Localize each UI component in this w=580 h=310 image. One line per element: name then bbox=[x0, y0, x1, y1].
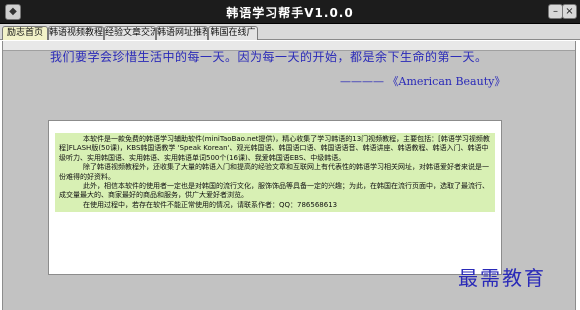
tab-bar: 励志首页 韩语视频教程 经验文章交流 韩语网址推荐 韩国在线广 bbox=[0, 24, 580, 40]
intro-paragraph: 在使用过程中，若存在软件不能正常使用的情况，请联系作者：QQ：786568613 bbox=[83, 200, 338, 209]
window-title: 韩语学习帮手V1.0.0 bbox=[226, 6, 354, 20]
intro-paragraph: 本软件是一款免费的韩语学习辅助软件(miniTaoBao.net提供)，精心收集… bbox=[59, 135, 490, 162]
tab-home[interactable]: 励志首页 bbox=[2, 26, 48, 40]
close-button[interactable]: × bbox=[562, 4, 577, 19]
minimize-button[interactable]: – bbox=[548, 4, 563, 19]
intro-paragraph: 此外，相信本软件的使用者一定也是对韩国的流行文化，服饰饰品等具备一定的兴趣；为此… bbox=[59, 182, 489, 200]
tab-korea-trends[interactable]: 韩国在线广 bbox=[208, 26, 258, 40]
tab-video-tutorials[interactable]: 韩语视频教程 bbox=[48, 26, 104, 40]
title-bar[interactable]: ◆ 韩语学习帮手V1.0.0 – × bbox=[0, 0, 580, 24]
app-window: ◆ 韩语学习帮手V1.0.0 – × 励志首页 韩语视频教程 经验文章交流 韩语… bbox=[0, 0, 580, 310]
intro-text: 本软件是一款免费的韩语学习辅助软件(miniTaoBao.net提供)，精心收集… bbox=[55, 133, 495, 213]
motto-quote: 我们要学会珍惜生活中的每一天。因为每一天的开始，都是余下生命的第一天。 bbox=[50, 50, 488, 64]
quote-source: ———— 《American Beauty》 bbox=[340, 75, 506, 88]
tab-site-links[interactable]: 韩语网址推荐 bbox=[156, 26, 208, 40]
intro-paragraph: 除了韩语视频教程外，还收集了大量的韩语入门和提高的经验文章和互联网上有代表性的韩… bbox=[59, 163, 489, 181]
watermark-logo: 最需教育 bbox=[458, 266, 546, 290]
intro-panel: 本软件是一款免费的韩语学习辅助软件(miniTaoBao.net提供)，精心收集… bbox=[48, 120, 502, 275]
tab-articles[interactable]: 经验文章交流 bbox=[104, 26, 156, 40]
